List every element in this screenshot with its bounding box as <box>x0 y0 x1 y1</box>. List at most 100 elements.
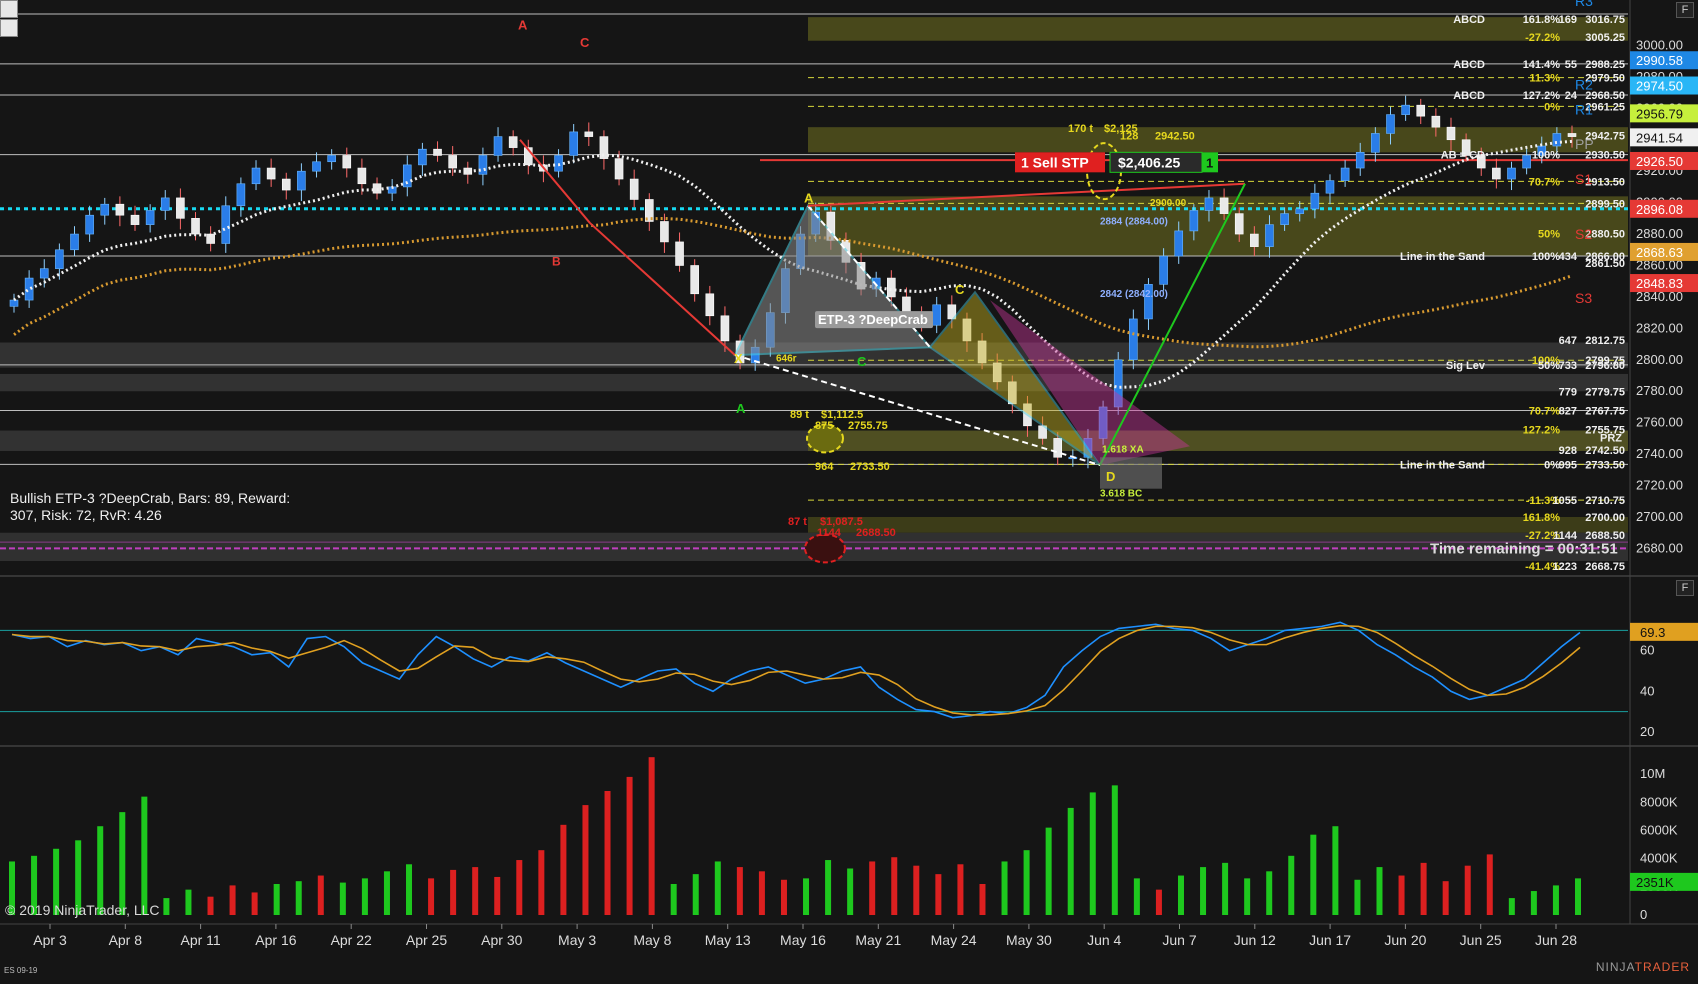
pattern-label: ETP-3 ?DeepCrab <box>818 312 928 327</box>
candle <box>1386 114 1395 134</box>
volume-bar <box>141 796 148 915</box>
candle <box>1416 104 1426 117</box>
shaded-zone <box>808 196 1628 257</box>
candle <box>1446 126 1456 141</box>
fib-name-label: Line in the Sand <box>1400 251 1485 263</box>
candle <box>508 136 518 148</box>
fib-name-label: ABCD <box>1453 59 1485 71</box>
candle <box>297 170 306 191</box>
fib-bars-label: 733 <box>1559 360 1577 372</box>
candle <box>85 214 94 235</box>
fib-bars-label: 169 <box>1559 14 1577 26</box>
volume-bar <box>1508 898 1515 915</box>
volume-bar <box>1001 861 1008 915</box>
fib-pct-label: 0% <box>1544 101 1560 113</box>
volume-bar <box>869 861 876 915</box>
volume-bar <box>1464 865 1471 915</box>
date-axis-label: Jun 28 <box>1535 932 1577 948</box>
ninjatrader-logo: NINJATRADER <box>1596 960 1690 974</box>
fib-pct-label: 141.4% <box>1523 59 1561 71</box>
pivot-label: PP <box>1575 136 1594 152</box>
date-axis-label: May 13 <box>705 932 751 948</box>
date-axis-label: Jun 7 <box>1162 932 1196 948</box>
volume-bar <box>119 812 126 915</box>
fib-bars-label: 928 <box>1559 445 1577 457</box>
price-tick-label: 2720.00 <box>1636 478 1683 493</box>
date-axis-label: Apr 16 <box>255 932 296 948</box>
volume-bar <box>560 824 567 915</box>
target1-price: 2942.50 <box>1155 131 1195 143</box>
price-panel-f-button[interactable]: F <box>1676 2 1694 18</box>
rsi-signal-line <box>11 624 1581 716</box>
fib-pct-label: 100% <box>1532 251 1560 263</box>
volume-bar <box>229 885 236 915</box>
candle <box>1371 133 1380 153</box>
candle <box>720 315 730 342</box>
fib-name-label: ABCD <box>1453 14 1485 26</box>
candle <box>281 178 291 191</box>
fib-pct-label: 100% <box>1532 150 1560 162</box>
rsi-value-label: 69.3 <box>1640 625 1665 640</box>
volume-bar <box>207 896 214 915</box>
stop-price: 2688.50 <box>856 527 896 539</box>
volume-bar <box>1089 792 1096 915</box>
volume-bar <box>1067 807 1074 915</box>
price-badge-label: 2974.50 <box>1636 79 1683 94</box>
stop-ticks: 1144 <box>817 527 842 539</box>
volume-bar <box>626 776 633 915</box>
fib-pct-label: 127.2% <box>1523 424 1561 436</box>
candle <box>690 265 699 295</box>
candle <box>902 296 911 313</box>
volume-bar <box>538 850 545 915</box>
target2-price: 2755.75 <box>848 420 888 432</box>
volume-bar <box>758 871 765 915</box>
candle <box>1174 230 1184 257</box>
rsi-panel-f-button[interactable]: F <box>1676 580 1694 596</box>
date-axis-label: May 3 <box>558 932 596 948</box>
date-axis-label: Jun 20 <box>1384 932 1426 948</box>
rsi-line <box>11 621 1581 719</box>
candle <box>660 221 669 243</box>
volume-bar <box>494 876 501 915</box>
order-pnl-label: $2,406.25 <box>1118 154 1180 170</box>
price-badge-label: 2956.79 <box>1636 106 1683 121</box>
stop-icon[interactable] <box>0 19 18 37</box>
candle <box>1552 133 1562 147</box>
candle <box>887 277 896 298</box>
price-tick-label: 2800.00 <box>1636 352 1683 367</box>
pivot-label: S1 <box>1575 171 1592 187</box>
time-remaining-label: Time remaining = 00:31:51 <box>1430 540 1618 557</box>
date-axis-label: Apr 8 <box>109 932 143 948</box>
point-a-label: A <box>804 191 814 206</box>
fib-pct-label: 50% <box>1538 228 1560 240</box>
fib-bars-label: 434 <box>1559 251 1578 263</box>
candle <box>1234 213 1244 235</box>
date-axis-label: Jun 4 <box>1087 932 1121 948</box>
level-2900-label: 2900.00 <box>1150 198 1187 209</box>
price-tick-label: 2780.00 <box>1636 383 1683 398</box>
pivot-label: R1 <box>1575 102 1593 118</box>
pattern-info-line1: Bullish ETP-3 ?DeepCrab, Bars: 89, Rewar… <box>10 490 291 506</box>
volume-bar <box>957 864 964 915</box>
volume-bar <box>450 869 457 915</box>
price-tick-label: 2680.00 <box>1636 540 1683 555</box>
fib-bars-label: 647 <box>1559 335 1577 347</box>
xa-extension-label: 1.618 XA <box>1102 445 1144 456</box>
stop-bars: 87 t <box>788 516 807 528</box>
bc-extension-label: 3.618 BC <box>1100 489 1142 500</box>
volume-bar <box>1310 834 1317 915</box>
volume-bar <box>670 884 677 915</box>
fib-price-label: 2742.50 <box>1585 445 1625 457</box>
price-tick-label: 3000.00 <box>1636 37 1683 52</box>
candle <box>160 197 170 211</box>
volume-bar <box>1155 889 1162 915</box>
shaded-zone <box>808 17 1628 41</box>
date-axis-label: Apr 22 <box>331 932 372 948</box>
swing-line-red <box>589 222 736 356</box>
fib-name-label: ABCD <box>1453 90 1485 102</box>
candle <box>614 158 624 180</box>
candle <box>221 205 231 244</box>
date-axis-label: May 21 <box>855 932 901 948</box>
volume-bar <box>1530 891 1537 915</box>
draw-tool-icon[interactable] <box>0 0 18 18</box>
